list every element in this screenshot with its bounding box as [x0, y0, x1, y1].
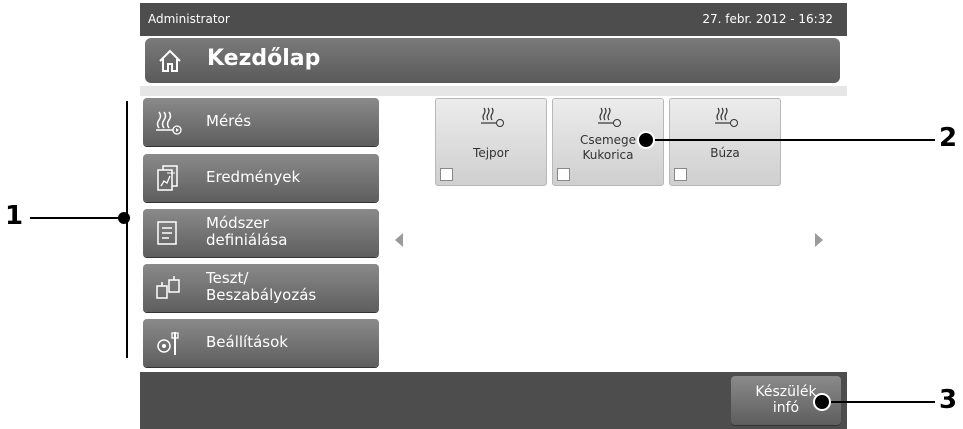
callout-1-label: 1 [5, 201, 24, 231]
callout-2-dot [637, 131, 655, 149]
callout-3-label: 3 [939, 385, 958, 415]
callout-2-label: 2 [939, 123, 958, 153]
callout-1-dot [118, 212, 130, 224]
callout-lines [30, 101, 935, 411]
callout-3-dot [813, 393, 831, 411]
